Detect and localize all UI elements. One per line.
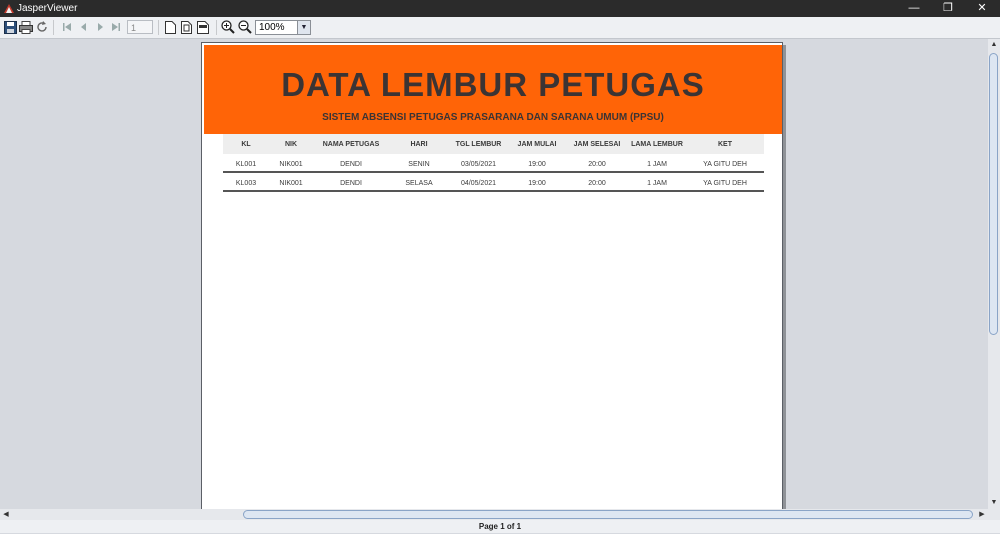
zoom-out-icon bbox=[238, 20, 252, 34]
page-status: Page 1 of 1 bbox=[478, 522, 522, 531]
column-header: JAM SELESAI bbox=[573, 140, 621, 148]
scroll-right-icon[interactable]: ▶ bbox=[976, 509, 988, 520]
row-divider bbox=[223, 171, 764, 173]
fit-page-icon bbox=[180, 20, 192, 34]
minimize-button[interactable]: — bbox=[897, 0, 931, 17]
next-page-icon bbox=[98, 23, 103, 31]
column-header: LAMA LEMBUR bbox=[631, 140, 683, 148]
toolbar-separator bbox=[53, 20, 54, 35]
column-header: NIK bbox=[284, 140, 298, 148]
table-row: KL001 NIK001 DENDI SENIN 03/05/2021 19:0… bbox=[223, 156, 764, 173]
horizontal-scrollbar[interactable]: ◀ ▶ bbox=[0, 509, 988, 520]
last-page-icon bbox=[112, 23, 120, 31]
column-header: KL bbox=[241, 140, 251, 148]
zoom-value: 100% bbox=[259, 22, 285, 33]
fit-page-button[interactable] bbox=[178, 19, 194, 35]
restore-button[interactable]: ❐ bbox=[931, 0, 965, 17]
zoom-in-icon bbox=[221, 20, 235, 34]
scrollbar-corner bbox=[988, 509, 1000, 520]
first-page-icon bbox=[63, 23, 71, 31]
toolbar-separator bbox=[216, 20, 217, 35]
column-header: KET bbox=[718, 140, 732, 148]
viewer-toolbar: 1 100% ▼ bbox=[0, 17, 1000, 39]
print-button[interactable] bbox=[18, 19, 34, 35]
reload-button[interactable] bbox=[34, 19, 50, 35]
last-page-button[interactable] bbox=[108, 19, 124, 35]
report-page: DATA LEMBUR PETUGAS SISTEM ABSENSI PETUG… bbox=[201, 42, 783, 509]
table-row: KL003 NIK001 DENDI SELASA 04/05/2021 19:… bbox=[223, 175, 764, 192]
fit-width-button[interactable] bbox=[195, 19, 211, 35]
actual-size-icon bbox=[164, 20, 176, 34]
report-title: DATA LEMBUR PETUGAS bbox=[281, 66, 705, 103]
reload-icon bbox=[37, 21, 47, 32]
zoom-out-button[interactable] bbox=[237, 19, 253, 35]
report-canvas[interactable]: DATA LEMBUR PETUGAS SISTEM ABSENSI PETUG… bbox=[0, 39, 988, 509]
toolbar-separator bbox=[158, 20, 159, 35]
column-header: NAMA PETUGAS bbox=[322, 140, 380, 148]
window-titlebar: JasperViewer — ❐ ✕ bbox=[0, 0, 1000, 17]
row-divider bbox=[223, 190, 764, 192]
save-icon bbox=[3, 20, 17, 34]
column-header: HARI bbox=[410, 140, 428, 148]
scroll-down-icon[interactable]: ▼ bbox=[988, 497, 1000, 509]
chevron-down-icon[interactable]: ▼ bbox=[297, 21, 310, 34]
zoom-in-button[interactable] bbox=[220, 19, 236, 35]
status-bar: Page 1 of 1 bbox=[0, 520, 1000, 533]
printer-icon bbox=[19, 20, 33, 34]
window-title: JasperViewer bbox=[17, 3, 78, 14]
report-banner: DATA LEMBUR PETUGAS SISTEM ABSENSI PETUG… bbox=[204, 45, 782, 134]
column-header: TGL LEMBUR bbox=[455, 140, 502, 148]
page-number-input[interactable]: 1 bbox=[127, 20, 153, 34]
column-header: JAM MULAI bbox=[517, 140, 557, 148]
zoom-select[interactable]: 100% ▼ bbox=[255, 20, 311, 35]
fit-width-icon bbox=[197, 20, 209, 34]
horizontal-scroll-thumb[interactable] bbox=[243, 510, 973, 519]
vertical-scrollbar[interactable]: ▲ ▼ bbox=[988, 39, 1000, 509]
previous-page-button[interactable] bbox=[76, 19, 92, 35]
jasper-logo-icon bbox=[4, 4, 14, 13]
scroll-left-icon[interactable]: ◀ bbox=[0, 509, 12, 520]
first-page-button[interactable] bbox=[59, 19, 75, 35]
actual-size-button[interactable] bbox=[162, 19, 178, 35]
scroll-up-icon[interactable]: ▲ bbox=[988, 39, 1000, 51]
next-page-button[interactable] bbox=[92, 19, 108, 35]
report-subtitle: SISTEM ABSENSI PETUGAS PRASARANA DAN SAR… bbox=[322, 112, 664, 123]
vertical-scroll-thumb[interactable] bbox=[989, 53, 998, 335]
save-button[interactable] bbox=[2, 19, 18, 35]
table-header: KL NIK NAMA PETUGAS HARI TGL LEMBUR JAM … bbox=[223, 134, 764, 154]
previous-page-icon bbox=[81, 23, 86, 31]
close-button[interactable]: ✕ bbox=[965, 0, 999, 17]
